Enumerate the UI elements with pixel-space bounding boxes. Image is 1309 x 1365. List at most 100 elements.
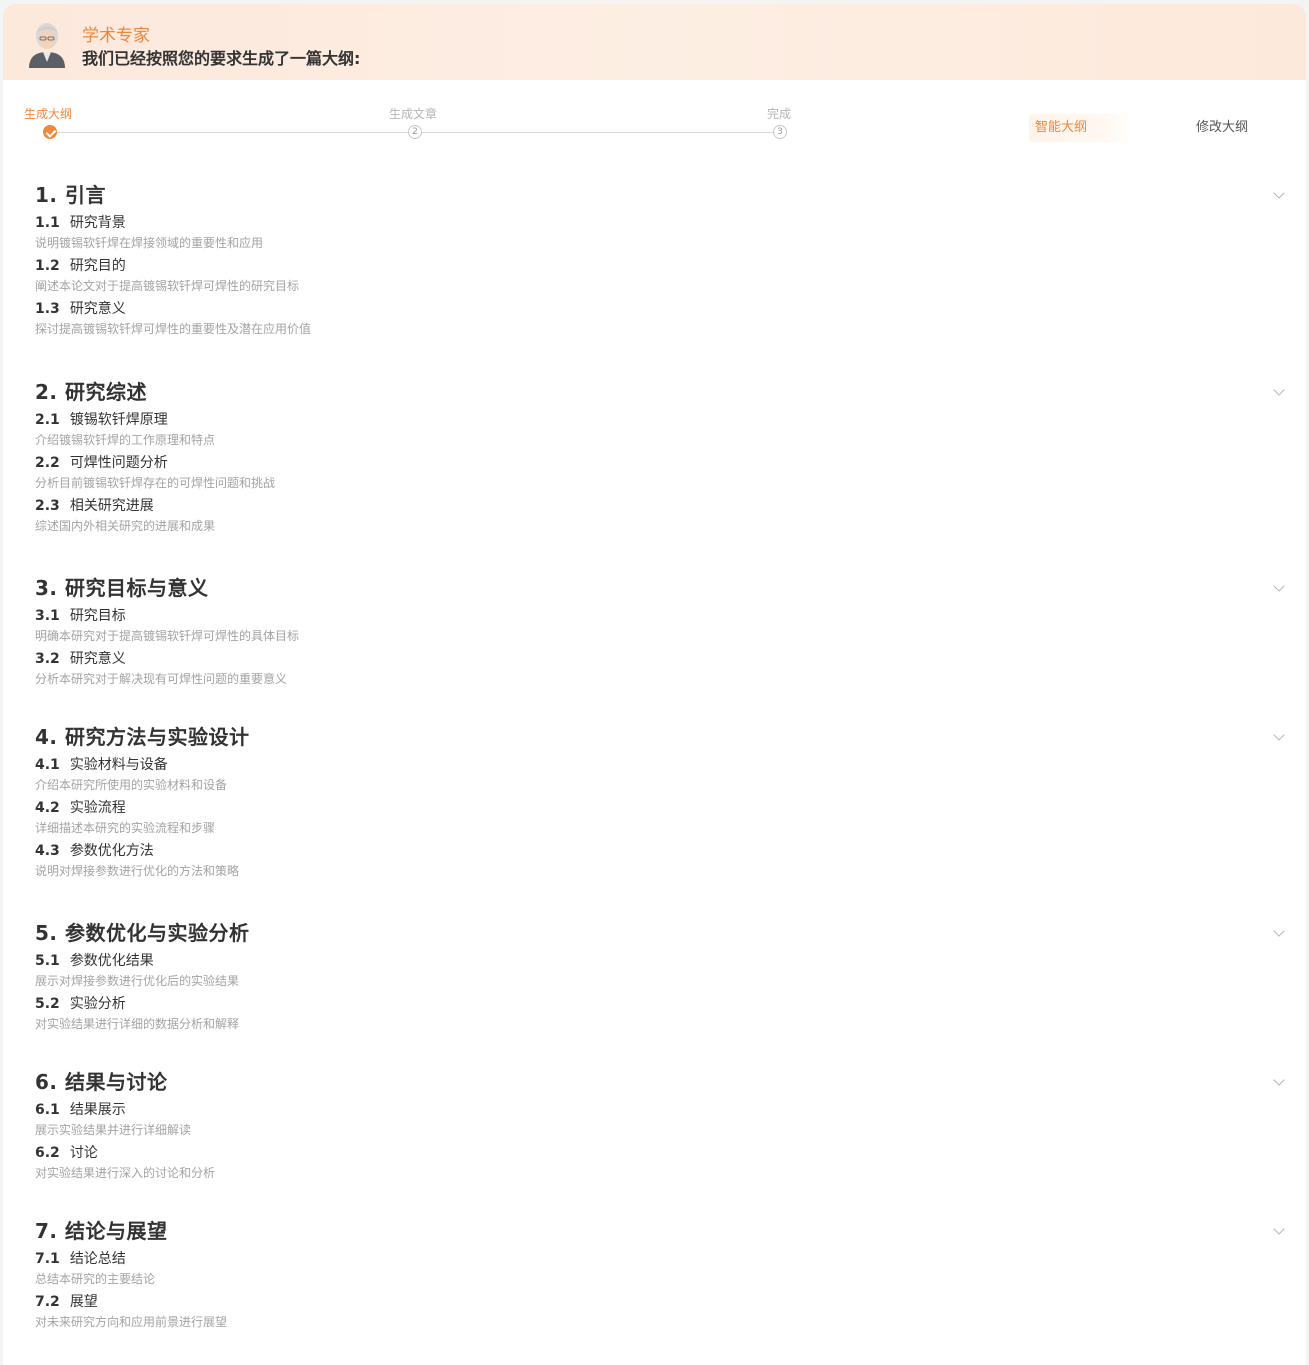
subsection-heading: 3.1 研究目标 xyxy=(35,607,1275,625)
outline-section: 5. 参数优化与实验分析 5.1 参数优化结果 展示对焊接参数进行优化后的实验结果 5.… xyxy=(35,920,1285,1032)
subsection-title: 展望 xyxy=(69,1294,98,1310)
step-number-3: 3 xyxy=(773,125,787,139)
subsection-heading: 2.1 镀锡软钎焊原理 xyxy=(35,411,1275,429)
outline-section: 3. 研究目标与意义 3.1 研究目标 明确本研究对于提高镀锡软钎焊可焊性的具体目标 3… xyxy=(35,575,1285,687)
progress-stepper: 生成大纲 生成文章 2 完成 3 xyxy=(3,94,823,144)
outline-subsection: 3.1 研究目标明确本研究对于提高镀锡软钎焊可焊性的具体目标 xyxy=(35,607,1275,644)
expert-header: 学术专家 我们已经按照您的要求生成了一篇大纲: xyxy=(3,4,1306,80)
outline-subsection: 7.2 展望对未来研究方向和应用前景进行展望 xyxy=(35,1293,1275,1330)
subsection-description: 分析本研究对于解决现有可焊性问题的重要意义 xyxy=(35,672,288,686)
expert-message: 我们已经按照您的要求生成了一篇大纲: xyxy=(82,49,361,68)
subsection-title: 结论总结 xyxy=(69,1251,126,1267)
step-connector xyxy=(57,132,413,133)
chevron-down-icon[interactable] xyxy=(1273,729,1285,741)
expert-avatar xyxy=(29,23,65,68)
outline-subsection: 2.3 相关研究进展综述国内外相关研究的进展和成果 xyxy=(35,497,1275,534)
subsection-heading: 4.1 实验材料与设备 xyxy=(35,756,1275,774)
chevron-down-icon[interactable] xyxy=(1273,1223,1285,1235)
subsection-description: 对实验结果进行深入的讨论和分析 xyxy=(35,1166,216,1180)
subsection-description: 明确本研究对于提高镀锡软钎焊可焊性的具体目标 xyxy=(35,629,300,643)
subsection-number: 2.2 xyxy=(35,455,60,471)
outline-subsection: 1.1 研究背景说明镀锡软钎焊在焊接领域的重要性和应用 xyxy=(35,214,1275,251)
subsection-title: 研究目的 xyxy=(69,258,126,274)
section-title: 2. 研究综述 xyxy=(35,380,147,404)
section-title: 4. 研究方法与实验设计 xyxy=(35,725,250,749)
step-check-icon xyxy=(43,125,57,139)
outline-section: 4. 研究方法与实验设计 4.1 实验材料与设备 介绍本研究所使用的实验材料和设备 4.… xyxy=(35,724,1285,879)
tab-smart-outline[interactable]: 智能大纲 xyxy=(1029,114,1133,142)
subsection-title: 研究意义 xyxy=(69,301,126,317)
outline-subsection: 6.1 结果展示 展示实验结果并进行详细解读 xyxy=(35,1101,1275,1138)
outline-subsection: 1.2 研究目的阐述本论文对于提高镀锡软钎焊可焊性的研究目标 xyxy=(35,257,1275,294)
subsection-number: 5.2 xyxy=(35,996,60,1012)
outline-subsection: 6.2 讨论对实验结果进行深入的讨论和分析 xyxy=(35,1144,1275,1181)
chevron-down-icon[interactable] xyxy=(1273,580,1285,592)
subsection-heading: 7.2 展望 xyxy=(35,1293,1275,1311)
subsection-number: 4.1 xyxy=(35,757,60,773)
subsection-number: 3.2 xyxy=(35,651,60,667)
subsection-description: 阐述本论文对于提高镀锡软钎焊可焊性的研究目标 xyxy=(35,279,300,293)
subsection-number: 2.3 xyxy=(35,498,60,514)
subsection-heading: 6.2 讨论 xyxy=(35,1144,1275,1162)
outline-subsection: 5.2 实验分析 对实验结果进行详细的数据分析和解释 xyxy=(35,995,1275,1032)
chevron-down-icon[interactable] xyxy=(1273,187,1285,199)
subsection-number: 7.1 xyxy=(35,1251,60,1267)
subsection-heading: 5.2 实验分析 xyxy=(35,995,1275,1013)
subsection-heading: 5.1 参数优化结果 xyxy=(35,952,1275,970)
subsection-description: 介绍本研究所使用的实验材料和设备 xyxy=(35,778,228,792)
subsection-heading: 2.3 相关研究进展 xyxy=(35,497,1275,515)
outline-subsection: 2.2 可焊性问题分析 分析目前镀锡软钎焊存在的可焊性问题和挑战 xyxy=(35,454,1275,491)
subsection-title: 镀锡软钎焊原理 xyxy=(69,412,168,428)
expert-name: 学术专家 xyxy=(82,26,150,46)
subsection-description: 综述国内外相关研究的进展和成果 xyxy=(35,519,216,533)
subsection-description: 说明镀锡软钎焊在焊接领域的重要性和应用 xyxy=(35,236,264,250)
outline-subsection: 4.3 参数优化方法 说明对焊接参数进行优化的方法和策略 xyxy=(35,842,1275,879)
subsection-title: 讨论 xyxy=(69,1145,98,1161)
subsection-title: 实验分析 xyxy=(69,996,126,1012)
subsection-number: 1.3 xyxy=(35,301,60,317)
step-label-generate-outline: 生成大纲 xyxy=(24,107,73,121)
subsection-number: 1.2 xyxy=(35,258,60,274)
outline-subsection: 2.1 镀锡软钎焊原理介绍镀锡软钎焊的工作原理和特点 xyxy=(35,411,1275,448)
subsection-number: 1.1 xyxy=(35,215,60,231)
subsection-number: 3.1 xyxy=(35,608,60,624)
step-connector xyxy=(422,132,778,133)
subsection-description: 说明对焊接参数进行优化的方法和策略 xyxy=(35,864,240,878)
subsection-number: 6.2 xyxy=(35,1145,60,1161)
subsection-title: 研究意义 xyxy=(69,651,126,667)
section-title: 6. 结果与讨论 xyxy=(35,1070,168,1094)
section-title: 3. 研究目标与意义 xyxy=(35,576,209,600)
subsection-title: 实验流程 xyxy=(69,800,126,816)
subsection-description: 对未来研究方向和应用前景进行展望 xyxy=(35,1315,228,1329)
subsection-number: 7.2 xyxy=(35,1294,60,1310)
outline-section: 6. 结果与讨论 6.1 结果展示 展示实验结果并进行详细解读 6.2 讨论 对实验结果进行… xyxy=(35,1069,1285,1181)
step-label-generate-article: 生成文章 xyxy=(389,107,438,121)
step-label-complete: 完成 xyxy=(767,107,792,121)
chevron-down-icon[interactable] xyxy=(1273,384,1285,396)
subsection-title: 研究背景 xyxy=(69,215,126,231)
tab-edit-outline[interactable]: 修改大纲 xyxy=(1196,120,1248,136)
subsection-title: 参数优化结果 xyxy=(69,953,154,969)
subsection-title: 研究目标 xyxy=(69,608,126,624)
outline-section: 1. 引言 1.1 研究背景说明镀锡软钎焊在焊接领域的重要性和应用 1.2 研究目的阐述… xyxy=(35,182,1285,337)
subsection-description: 分析目前镀锡软钎焊存在的可焊性问题和挑战 xyxy=(35,476,276,490)
subsection-heading: 1.2 研究目的 xyxy=(35,257,1275,275)
subsection-number: 6.1 xyxy=(35,1102,60,1118)
subsection-title: 结果展示 xyxy=(69,1102,126,1118)
subsection-heading: 7.1 结论总结 xyxy=(35,1250,1275,1268)
section-title: 1. 引言 xyxy=(35,183,106,207)
subsection-heading: 3.2 研究意义 xyxy=(35,650,1275,668)
section-title: 5. 参数优化与实验分析 xyxy=(35,921,250,945)
subsection-description: 介绍镀锡软钎焊的工作原理和特点 xyxy=(35,433,216,447)
chevron-down-icon[interactable] xyxy=(1273,925,1285,937)
section-title: 7. 结论与展望 xyxy=(35,1219,168,1243)
outline-card: 学术专家 我们已经按照您的要求生成了一篇大纲: 生成大纲 生成文章 2 完成 3… xyxy=(3,4,1306,1365)
outline-section: 2. 研究综述 2.1 镀锡软钎焊原理介绍镀锡软钎焊的工作原理和特点 2.2 可焊性问题… xyxy=(35,379,1285,534)
subsection-description: 总结本研究的主要结论 xyxy=(35,1272,156,1286)
outline-subsection: 1.3 研究意义 探讨提高镀锡软钎焊可焊性的重要性及潜在应用价值 xyxy=(35,300,1275,337)
subsection-description: 详细描述本研究的实验流程和步骤 xyxy=(35,821,216,835)
chevron-down-icon[interactable] xyxy=(1273,1074,1285,1086)
outline-subsection: 4.1 实验材料与设备介绍本研究所使用的实验材料和设备 xyxy=(35,756,1275,793)
subsection-number: 4.2 xyxy=(35,800,60,816)
subsection-title: 相关研究进展 xyxy=(69,498,154,514)
